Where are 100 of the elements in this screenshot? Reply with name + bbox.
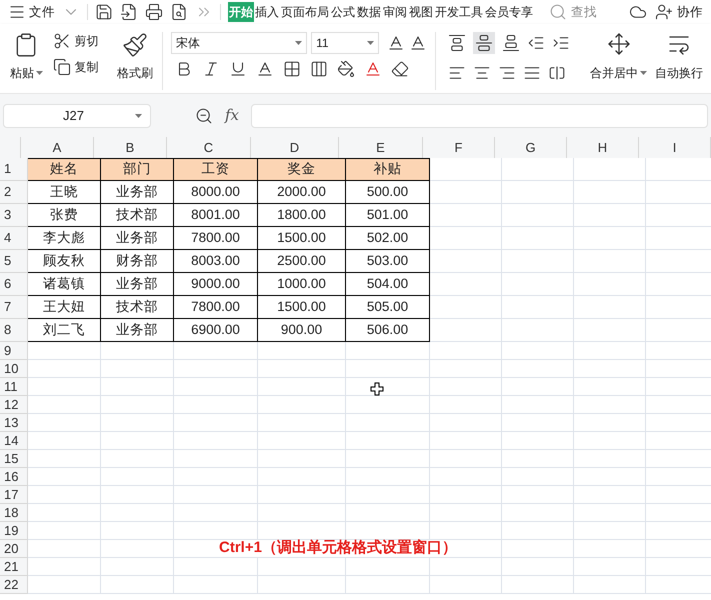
empty-cell[interactable] — [346, 468, 430, 486]
align-left-icon[interactable] — [448, 64, 466, 82]
empty-cell[interactable] — [258, 342, 346, 360]
justify-icon[interactable] — [523, 64, 542, 82]
row-header[interactable]: 1 — [0, 158, 28, 181]
empty-cell[interactable] — [502, 522, 574, 540]
empty-cell[interactable] — [101, 342, 174, 360]
empty-cell[interactable] — [101, 432, 174, 450]
empty-cell[interactable] — [502, 450, 574, 468]
empty-cell[interactable] — [174, 504, 258, 522]
row-header[interactable]: 3 — [0, 204, 28, 227]
align-middle-icon[interactable] — [475, 34, 494, 52]
empty-cell[interactable] — [430, 296, 502, 319]
empty-cell[interactable] — [574, 540, 646, 558]
empty-cell[interactable] — [502, 432, 574, 450]
caret-icon[interactable] — [295, 41, 302, 45]
add-user-icon[interactable] — [655, 3, 673, 21]
empty-cell[interactable] — [430, 450, 502, 468]
empty-cell[interactable] — [574, 504, 646, 522]
empty-cell[interactable] — [502, 158, 574, 181]
empty-cell[interactable] — [101, 486, 174, 504]
file-menu[interactable]: 文件 — [29, 2, 55, 22]
empty-cell[interactable] — [574, 296, 646, 319]
save-icon[interactable] — [95, 3, 113, 21]
caret-icon[interactable] — [135, 114, 142, 118]
indent-increase-icon[interactable] — [552, 34, 570, 52]
font-size-select[interactable]: 11 — [311, 32, 380, 54]
empty-cell[interactable] — [174, 378, 258, 396]
empty-cell[interactable] — [502, 558, 574, 576]
empty-cell[interactable] — [574, 250, 646, 273]
empty-cell[interactable] — [258, 432, 346, 450]
empty-cell[interactable] — [574, 342, 646, 360]
merge-center-button[interactable]: 合并居中 — [590, 64, 638, 82]
empty-cell[interactable] — [502, 181, 574, 204]
indent-decrease-icon[interactable] — [527, 34, 546, 52]
empty-cell[interactable] — [574, 432, 646, 450]
empty-cell[interactable] — [101, 540, 174, 558]
empty-cell[interactable] — [574, 468, 646, 486]
empty-cell[interactable] — [430, 181, 502, 204]
empty-cell[interactable] — [430, 250, 502, 273]
print-preview-icon[interactable] — [170, 3, 188, 21]
row-header[interactable]: 19 — [0, 522, 28, 540]
paint-bucket-icon[interactable] — [337, 60, 356, 78]
empty-cell[interactable] — [101, 450, 174, 468]
row-header[interactable]: 12 — [0, 396, 28, 414]
empty-cell[interactable] — [174, 576, 258, 594]
row-header[interactable]: 8 — [0, 319, 28, 342]
empty-cell[interactable] — [502, 468, 574, 486]
empty-cell[interactable] — [258, 558, 346, 576]
cut-button[interactable]: 剪切 — [74, 32, 99, 50]
empty-cell[interactable] — [430, 558, 502, 576]
ribbon-tab[interactable]: 页面布局 — [280, 2, 330, 22]
empty-cell[interactable] — [346, 342, 430, 360]
empty-cell[interactable] — [574, 181, 646, 204]
scissors-icon[interactable] — [52, 32, 71, 50]
ribbon-tab[interactable]: 数据 — [356, 2, 382, 22]
empty-cell[interactable] — [174, 396, 258, 414]
empty-cell[interactable] — [346, 558, 430, 576]
empty-cell[interactable] — [430, 342, 502, 360]
empty-cell[interactable] — [574, 522, 646, 540]
empty-cell[interactable] — [101, 378, 174, 396]
row-header[interactable]: 7 — [0, 296, 28, 319]
row-header[interactable]: 21 — [0, 558, 28, 576]
empty-cell[interactable] — [174, 342, 258, 360]
print-icon[interactable] — [145, 3, 163, 21]
empty-cell[interactable] — [258, 504, 346, 522]
empty-cell[interactable] — [502, 378, 574, 396]
empty-cell[interactable] — [574, 414, 646, 432]
empty-cell[interactable] — [174, 468, 258, 486]
empty-cell[interactable] — [346, 396, 430, 414]
row-header[interactable]: 17 — [0, 486, 28, 504]
empty-cell[interactable] — [574, 378, 646, 396]
empty-cell[interactable] — [502, 396, 574, 414]
empty-cell[interactable] — [430, 319, 502, 342]
empty-cell[interactable] — [101, 504, 174, 522]
row-header[interactable]: 5 — [0, 250, 28, 273]
empty-cell[interactable] — [346, 360, 430, 378]
column-header[interactable]: I — [639, 137, 711, 158]
empty-cell[interactable] — [101, 576, 174, 594]
row-header[interactable]: 22 — [0, 576, 28, 594]
empty-cell[interactable] — [502, 296, 574, 319]
copy-icon[interactable] — [52, 58, 71, 76]
empty-cell[interactable] — [430, 396, 502, 414]
row-header[interactable]: 6 — [0, 273, 28, 296]
empty-cell[interactable] — [174, 522, 258, 540]
caret-icon[interactable] — [367, 41, 374, 45]
empty-cell[interactable] — [502, 342, 574, 360]
font-color-icon[interactable] — [364, 60, 382, 78]
align-top-icon[interactable] — [448, 34, 466, 52]
ribbon-tab[interactable]: 开发工具 — [434, 2, 484, 22]
empty-cell[interactable] — [430, 504, 502, 522]
empty-cell[interactable] — [430, 432, 502, 450]
empty-cell[interactable] — [502, 360, 574, 378]
empty-cell[interactable] — [101, 414, 174, 432]
empty-cell[interactable] — [574, 360, 646, 378]
empty-cell[interactable] — [174, 414, 258, 432]
collaborate-button[interactable]: 协作 — [677, 2, 703, 22]
row-header[interactable]: 20 — [0, 540, 28, 558]
empty-cell[interactable] — [502, 227, 574, 250]
empty-cell[interactable] — [502, 540, 574, 558]
